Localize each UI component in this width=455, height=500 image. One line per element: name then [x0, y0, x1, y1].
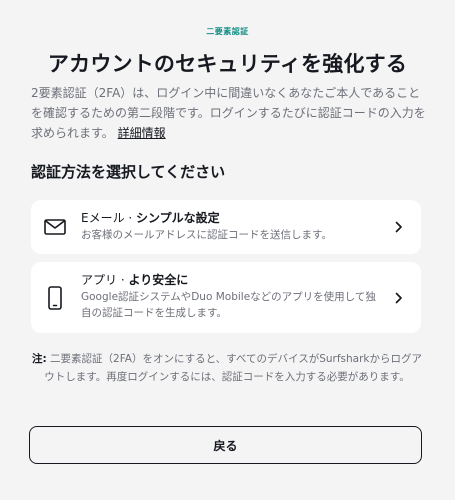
page-title: アカウントのセキュリティを強化する — [47, 52, 408, 76]
email-option-title: Eメール · シンプルな設定 — [81, 210, 381, 226]
page-eyebrow: 二要素認証 — [206, 27, 249, 36]
email-option-title-prefix: Eメール · — [81, 211, 137, 225]
app-option-description: Google認証システムやDuo Mobileなどのアプリを使用して独自の認証コ… — [81, 291, 376, 319]
app-option-title: アプリ · より安全に — [81, 272, 381, 288]
learn-more-link[interactable]: 詳細情報 — [118, 126, 166, 140]
mail-icon — [43, 215, 67, 239]
phone-icon — [43, 285, 67, 310]
logout-note: 注: 二要素認証（2FA）をオンにすると、すべてのデバイスがSurfsharkか… — [31, 350, 423, 386]
app-method-option[interactable]: アプリ · より安全に Google認証システムやDuo Mobileなどのアプ… — [31, 262, 421, 333]
app-option-title-emphasis: より安全に — [128, 273, 189, 287]
chevron-right-icon — [393, 221, 405, 233]
app-option-title-prefix: アプリ · — [81, 273, 129, 287]
chevron-right-icon — [393, 292, 405, 304]
note-label: 注: — [32, 353, 47, 365]
email-option-title-emphasis: シンプルな設定 — [136, 211, 220, 225]
intro-text: 2要素認証（2FA）は、ログイン中に間違いなくあなたご本人であることを確認するた… — [31, 83, 427, 143]
email-option-description: お客様のメールアドレスに認証コードを送信します。 — [81, 229, 332, 241]
back-button[interactable]: 戻る — [29, 426, 422, 464]
note-text: 二要素認証（2FA）をオンにすると、すべてのデバイスがSurfsharkからログ… — [44, 353, 422, 383]
section-heading: 認証方法を選択してください — [31, 163, 226, 181]
email-method-option[interactable]: Eメール · シンプルな設定 お客様のメールアドレスに認証コードを送信します。 — [31, 200, 421, 254]
intro-body: 2要素認証（2FA）は、ログイン中に間違いなくあなたご本人であることを確認するた… — [31, 86, 426, 140]
